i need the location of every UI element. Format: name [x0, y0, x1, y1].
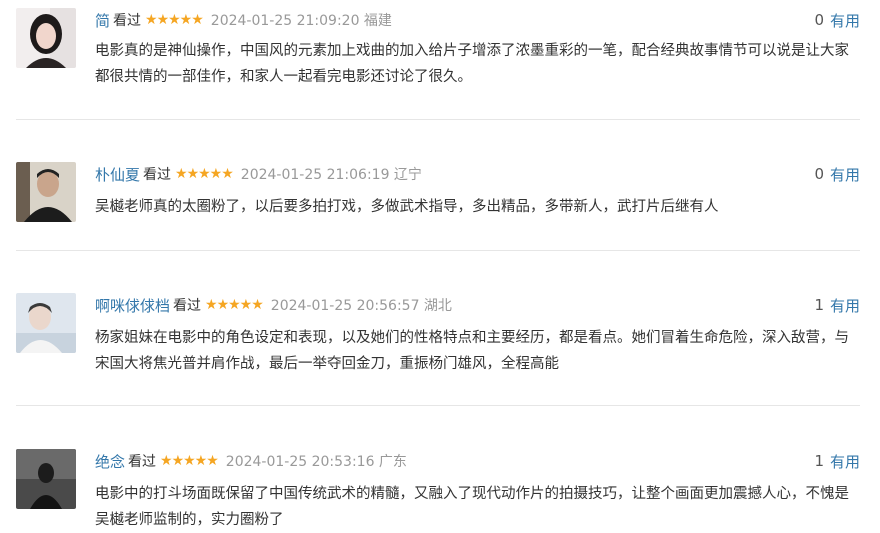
- comment-item: 绝念 看过 ★★★★★ 2024-01-25 20:53:16 广东 1 有用 …: [16, 449, 860, 533]
- comment-text: 杨家姐妹在电影中的角色设定和表现，以及她们的性格特点和主要经历，都是看点。她们冒…: [95, 330, 849, 372]
- watch-status: 看过: [128, 454, 157, 470]
- comment-time-location: 2024-01-25 21:06:19 辽宁: [240, 167, 422, 183]
- useful-count: 1: [814, 452, 824, 470]
- rating-stars: ★★★★★: [145, 12, 204, 28]
- avatar-older-man-icon: [16, 162, 76, 222]
- comment-item: 简 看过 ★★★★★ 2024-01-25 21:09:20 福建 0 有用 电…: [16, 8, 860, 108]
- comment-header: 绝念 看过 ★★★★★ 2024-01-25 20:53:16 广东: [95, 449, 407, 473]
- comment-time-location: 2024-01-25 21:09:20 福建: [210, 13, 392, 29]
- avatar-young-woman-icon: [16, 8, 76, 68]
- useful-button[interactable]: 有用: [830, 451, 860, 472]
- watch-status: 看过: [173, 298, 202, 314]
- avatar-young-man-icon: [16, 293, 76, 353]
- comment-header: 朴仙夏 看过 ★★★★★ 2024-01-25 21:06:19 辽宁: [95, 162, 422, 186]
- useful-vote: 0 有用: [814, 8, 860, 32]
- avatar-dark-silhouette-icon: [16, 449, 76, 509]
- useful-vote: 0 有用: [814, 162, 860, 186]
- useful-count: 1: [814, 296, 824, 314]
- divider: [16, 405, 860, 406]
- divider: [16, 119, 860, 120]
- watch-status: 看过: [143, 167, 172, 183]
- comment-time-location: 2024-01-25 20:56:57 湖北: [270, 298, 452, 314]
- watch-status: 看过: [113, 13, 142, 29]
- rating-stars: ★★★★★: [160, 453, 219, 469]
- useful-button[interactable]: 有用: [830, 164, 860, 185]
- useful-button[interactable]: 有用: [830, 295, 860, 316]
- comment-item: 啊咪俅俅档 看过 ★★★★★ 2024-01-25 20:56:57 湖北 1 …: [16, 293, 860, 393]
- comment-header: 简 看过 ★★★★★ 2024-01-25 21:09:20 福建: [95, 8, 392, 32]
- useful-vote: 1 有用: [814, 293, 860, 317]
- comment-header: 啊咪俅俅档 看过 ★★★★★ 2024-01-25 20:56:57 湖北: [95, 293, 452, 317]
- useful-count: 0: [814, 165, 824, 183]
- comment-item: 朴仙夏 看过 ★★★★★ 2024-01-25 21:06:19 辽宁 0 有用…: [16, 162, 860, 232]
- comment-list: 简 看过 ★★★★★ 2024-01-25 21:09:20 福建 0 有用 电…: [0, 0, 880, 533]
- avatar[interactable]: [16, 8, 76, 68]
- username-link[interactable]: 朴仙夏: [95, 164, 140, 185]
- rating-stars: ★★★★★: [205, 297, 264, 313]
- avatar[interactable]: [16, 162, 76, 222]
- avatar[interactable]: [16, 293, 76, 353]
- useful-vote: 1 有用: [814, 449, 860, 473]
- username-link[interactable]: 啊咪俅俅档: [95, 295, 170, 316]
- username-link[interactable]: 简: [95, 10, 110, 31]
- avatar[interactable]: [16, 449, 76, 509]
- useful-button[interactable]: 有用: [830, 10, 860, 31]
- username-link[interactable]: 绝念: [95, 451, 125, 472]
- comment-text: 电影中的打斗场面既保留了中国传统武术的精髓，又融入了现代动作片的拍摄技巧，让整个…: [95, 486, 849, 528]
- comment-text: 电影真的是神仙操作，中国风的元素加上戏曲的加入给片子增添了浓墨重彩的一笔，配合经…: [95, 43, 849, 85]
- comment-text: 吴樾老师真的太圈粉了，以后要多拍打戏，多做武术指导，多出精品，多带新人，武打片后…: [95, 199, 719, 215]
- comment-time-location: 2024-01-25 20:53:16 广东: [225, 454, 407, 470]
- rating-stars: ★★★★★: [175, 166, 234, 182]
- divider: [16, 250, 860, 251]
- useful-count: 0: [814, 11, 824, 29]
